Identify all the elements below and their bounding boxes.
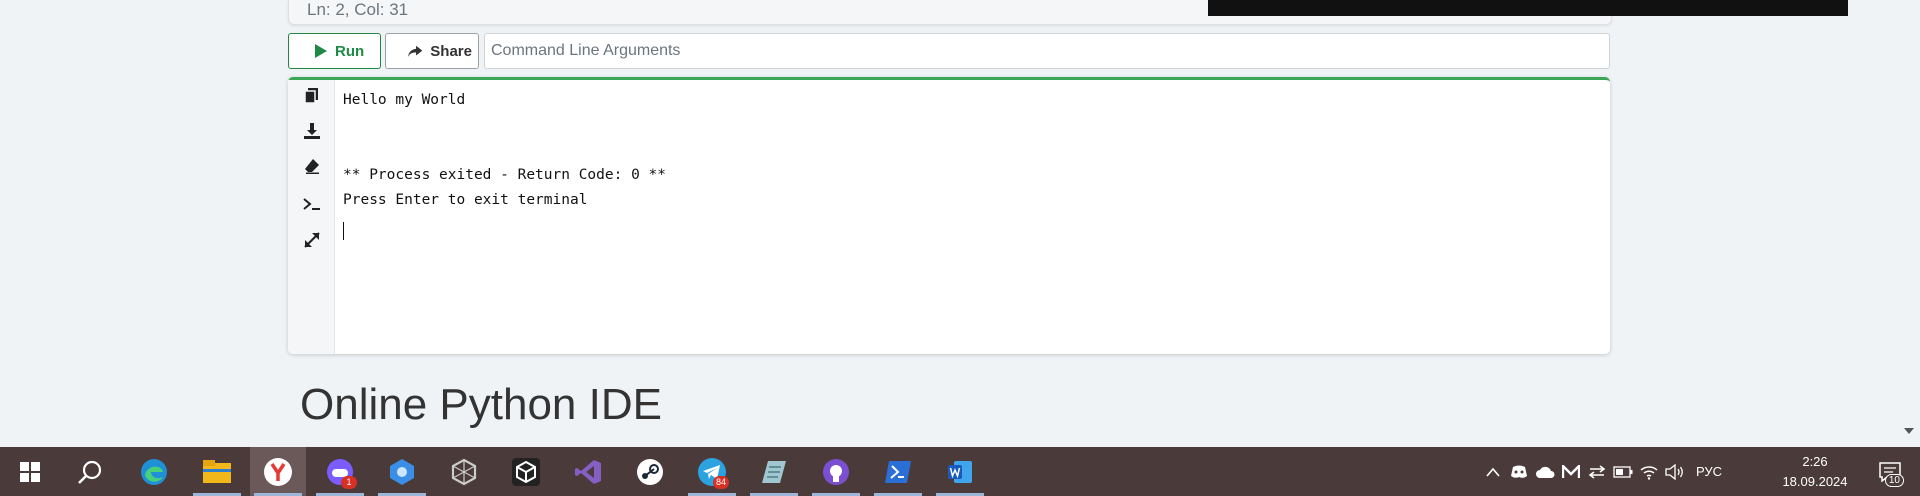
share-button[interactable]: Share [385,33,479,69]
search-button[interactable] [62,447,118,496]
yandex-browser-icon [264,457,292,486]
notification-badge: 1 [341,476,357,489]
taskbar-app-powershell[interactable] [870,447,926,496]
terminal-line: ** Process exited - Return Code: 0 ** [343,167,667,183]
cloud-icon [1536,466,1555,478]
notes-app-icon [762,460,786,483]
m-logo-icon [1562,464,1580,478]
copy-icon[interactable] [302,86,322,106]
taskbar-app-blue[interactable] [374,447,430,496]
keyboard-language[interactable]: РУС [1696,464,1722,479]
play-icon [315,44,327,58]
blue-app-icon [390,458,414,485]
tray-onedrive[interactable] [1532,447,1558,496]
taskbar-app-yandex-browser[interactable] [250,447,306,496]
speaker-icon [1665,463,1683,480]
taskbar-app-word[interactable] [932,447,988,496]
taskbar: 1 84 РУС 2:26 18.09.2024 10 [0,447,1920,496]
edge-icon [141,458,167,485]
tray-volume[interactable] [1662,447,1688,496]
tray-wifi[interactable] [1636,447,1662,496]
taskbar-clock[interactable]: 2:26 18.09.2024 [1760,452,1870,492]
run-button-label: Run [335,42,365,60]
taskbar-app-file-explorer[interactable] [189,447,245,496]
powershell-icon [885,460,911,483]
terminal-icon[interactable] [302,194,322,214]
taskbar-app-edge[interactable] [126,447,182,496]
notification-center-button[interactable]: 10 [1868,447,1912,496]
taskbar-app-visual-studio[interactable] [560,447,616,496]
video-panel [1208,0,1848,16]
page-title: Online Python IDE [300,380,662,429]
taskbar-app-notes[interactable] [746,447,802,496]
share-button-label: Share [430,42,472,60]
start-button[interactable] [2,447,58,496]
text-cursor [343,222,344,240]
cursor-position-status: Ln: 2, Col: 31 [307,0,409,19]
discord-icon [1511,465,1527,478]
command-line-arguments-input[interactable] [484,33,1610,69]
taskbar-app-game-launcher[interactable]: 1 [312,447,368,496]
file-explorer-icon [203,459,231,483]
battery-icon [1613,465,1633,478]
run-button[interactable]: Run [288,33,381,69]
terminal-line: Press Enter to exit terminal [343,192,588,208]
taskbar-app-unity[interactable] [498,447,554,496]
search-icon [78,460,102,484]
tray-app-sync[interactable] [1584,447,1610,496]
steam-icon [637,458,663,485]
chevron-up-icon [1486,467,1500,477]
clock-date: 18.09.2024 [1782,474,1848,489]
share-icon [408,45,423,57]
terminal-line: Hello my World [343,92,466,108]
sync-arrows-icon [1588,464,1606,479]
notification-badge: 84 [713,476,729,489]
tray-expand-button[interactable] [1480,447,1506,496]
wifi-icon [1640,465,1658,480]
system-tray: РУС [1480,447,1722,496]
clock-time: 2:26 [1802,454,1828,469]
tray-discord[interactable] [1506,447,1532,496]
github-icon [823,458,849,485]
unity-icon [512,457,540,486]
eraser-icon[interactable] [302,156,322,176]
expand-icon[interactable] [302,230,322,250]
taskbar-app-hex[interactable] [436,447,492,496]
taskbar-app-steam[interactable] [622,447,678,496]
hex-app-icon [451,458,477,485]
windows-icon [20,461,40,482]
scrollbar-down-arrow[interactable] [1904,428,1914,434]
notification-count: 10 [1884,474,1904,487]
terminal-panel: Hello my World ** Process exited - Retur… [288,77,1610,354]
visual-studio-icon [575,459,601,484]
taskbar-app-telegram[interactable]: 84 [684,447,740,496]
tray-app-m[interactable] [1558,447,1584,496]
terminal-side-toolbar [288,80,335,354]
download-icon[interactable] [302,121,322,141]
taskbar-app-github[interactable] [808,447,864,496]
word-icon [948,460,972,483]
tray-battery[interactable] [1610,447,1636,496]
